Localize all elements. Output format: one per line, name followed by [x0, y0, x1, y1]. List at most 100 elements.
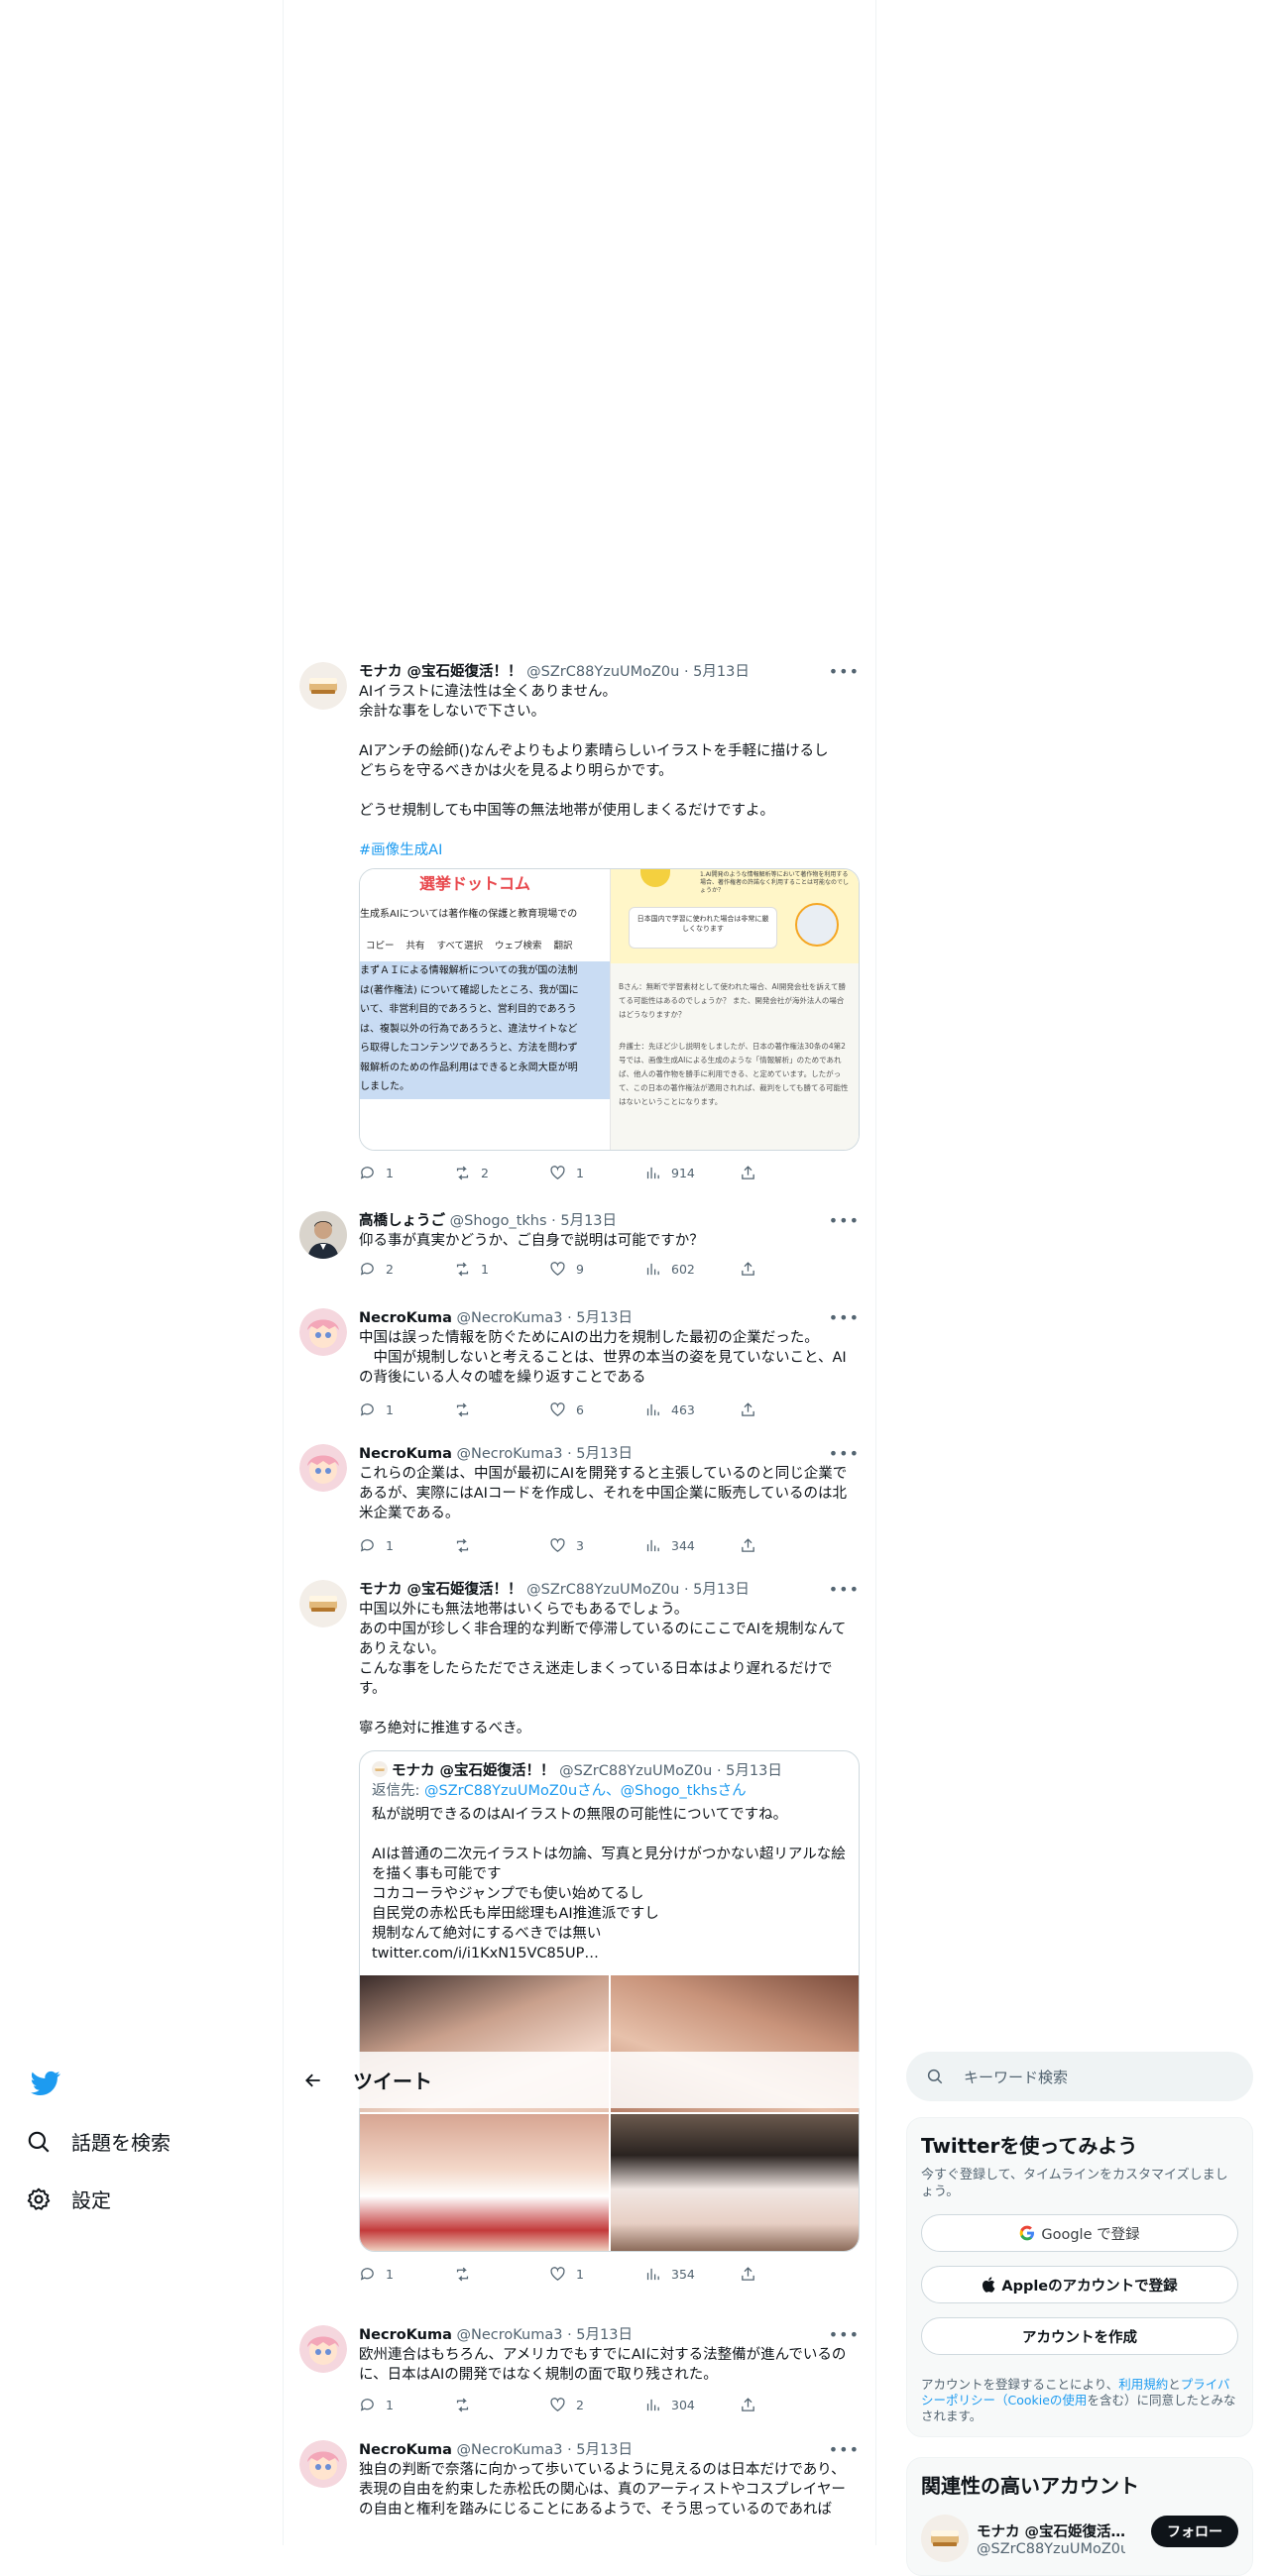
- more-icon[interactable]: •••: [829, 2440, 860, 2459]
- views-button[interactable]: 304: [644, 2397, 740, 2413]
- like-button[interactable]: 1: [549, 1165, 644, 1181]
- retweet-button[interactable]: 2: [454, 1165, 549, 1181]
- author-handle[interactable]: @NecroKuma3: [456, 1446, 562, 1462]
- tweet-header: モナカ @宝石姫復活！！ @SZrC88YzuUMoZ0u · 5月13日: [359, 662, 860, 682]
- nav-explore[interactable]: 話題を検索: [26, 2127, 171, 2156]
- author-name[interactable]: モナカ @宝石姫復活！！: [359, 1582, 522, 1598]
- like-button[interactable]: 3: [549, 1537, 644, 1554]
- reply-button[interactable]: 1: [359, 1537, 454, 1554]
- retweet-button[interactable]: [454, 1401, 549, 1418]
- relevant-account-name: モナカ @宝石姫復活…: [977, 2520, 1125, 2541]
- google-signup-button[interactable]: Google で登録: [921, 2214, 1238, 2252]
- avatar[interactable]: [299, 2440, 347, 2488]
- share-button[interactable]: [740, 1401, 769, 1418]
- author-handle[interactable]: @SZrC88YzuUMoZ0u: [526, 664, 679, 680]
- like-button[interactable]: 2: [549, 2397, 644, 2413]
- share-button[interactable]: [740, 1537, 769, 1554]
- analytics-icon: [644, 2397, 661, 2413]
- quote-text: 私が説明できるのはAIイラストの無限の可能性についてですね。 AIは普通の二次元…: [372, 1805, 847, 1963]
- reply-count: 1: [386, 1166, 394, 1180]
- tweet-date[interactable]: · 5月13日: [684, 664, 750, 680]
- views-button[interactable]: 354: [644, 2266, 740, 2283]
- tweet-text: 独自の判断で奈落に向かって歩いているように見えるのは日本だけであり、表現の自由を…: [359, 2460, 860, 2520]
- avatar[interactable]: [299, 1444, 347, 1492]
- avatar[interactable]: [299, 662, 347, 710]
- retweet-icon: [454, 1401, 471, 1418]
- tweet-date[interactable]: · 5月13日: [567, 1310, 633, 1326]
- analytics-icon: [644, 1165, 661, 1181]
- search-input[interactable]: キーワード検索: [964, 2067, 1068, 2087]
- avatar[interactable]: [299, 1308, 347, 1356]
- reply-button[interactable]: 2: [359, 1261, 454, 1278]
- author-name[interactable]: NecroKuma: [359, 2442, 452, 2458]
- avatar[interactable]: [921, 2515, 969, 2562]
- avatar[interactable]: [299, 1211, 347, 1259]
- tweet-date[interactable]: · 5月13日: [551, 1213, 617, 1229]
- more-icon[interactable]: •••: [829, 1444, 860, 1463]
- views-count: 304: [671, 2398, 695, 2412]
- more-icon[interactable]: •••: [829, 1308, 860, 1327]
- reply-button[interactable]: 1: [359, 2397, 454, 2413]
- reply-to-handles[interactable]: @SZrC88YzuUMoZ0uさん、@Shogo_tkhsさん: [424, 1783, 747, 1799]
- author-handle[interactable]: @NecroKuma3: [456, 2327, 562, 2343]
- tweet-media[interactable]: 選挙ドットコム 生成系AIについては著作権の保護と教育現場での コピー共有すべて…: [359, 868, 860, 1151]
- author-handle[interactable]: @NecroKuma3: [456, 2442, 562, 2458]
- author-handle[interactable]: @SZrC88YzuUMoZ0u: [526, 1582, 679, 1598]
- retweet-button[interactable]: [454, 2266, 549, 2283]
- quote-photo-4[interactable]: [611, 2114, 860, 2251]
- share-button[interactable]: [740, 2397, 769, 2413]
- author-name[interactable]: モナカ @宝石姫復活！！: [359, 664, 522, 680]
- like-button[interactable]: 6: [549, 1401, 644, 1418]
- more-icon[interactable]: •••: [829, 2325, 860, 2344]
- create-account-button[interactable]: アカウントを作成: [921, 2317, 1238, 2355]
- terms-link[interactable]: 利用規約: [1118, 2377, 1168, 2392]
- tweet-header: NecroKuma @NecroKuma3 · 5月13日: [359, 1308, 860, 1328]
- follow-button[interactable]: フォロー: [1151, 2516, 1238, 2547]
- share-button[interactable]: [740, 1261, 769, 1278]
- retweet-button[interactable]: [454, 1537, 549, 1554]
- author-handle[interactable]: @NecroKuma3: [456, 1310, 562, 1326]
- share-button[interactable]: [740, 1165, 769, 1181]
- views-button[interactable]: 344: [644, 1537, 740, 1554]
- apple-signup-button[interactable]: Appleのアカウントで登録: [921, 2266, 1238, 2303]
- quoted-tweet[interactable]: モナカ @宝石姫復活！！ @SZrC88YzuUMoZ0u · 5月13日 返信…: [359, 1750, 860, 2252]
- media-image-left[interactable]: 選挙ドットコム 生成系AIについては著作権の保護と教育現場での コピー共有すべて…: [360, 869, 611, 1150]
- quote-media-grid[interactable]: [360, 1975, 859, 2251]
- like-button[interactable]: 1: [549, 2266, 644, 2283]
- reply-button[interactable]: 1: [359, 2266, 454, 2283]
- media-image-right[interactable]: 1.AI開発のような情報解析等において著作物を利用する場合、著作権者の許諾なく利…: [611, 869, 859, 1150]
- back-button[interactable]: [293, 2071, 333, 2090]
- tweet-date[interactable]: · 5月13日: [567, 2442, 633, 2458]
- retweet-button[interactable]: [454, 2397, 549, 2413]
- share-button[interactable]: [740, 2266, 769, 2283]
- like-button[interactable]: 9: [549, 1261, 644, 1278]
- reply-button[interactable]: 1: [359, 1401, 454, 1418]
- nav-settings[interactable]: 設定: [26, 2184, 111, 2213]
- hashtag-link[interactable]: #画像生成AI: [359, 840, 860, 860]
- tweet-date[interactable]: · 5月13日: [567, 2327, 633, 2343]
- reply-button[interactable]: 1: [359, 1165, 454, 1181]
- views-button[interactable]: 914: [644, 1165, 740, 1181]
- more-icon[interactable]: •••: [829, 1580, 860, 1599]
- avatar[interactable]: [299, 1580, 347, 1627]
- author-handle[interactable]: @Shogo_tkhs: [450, 1213, 547, 1229]
- twitter-bird-icon[interactable]: [26, 2064, 65, 2103]
- views-button[interactable]: 602: [644, 1261, 740, 1278]
- reply-count: 2: [386, 1262, 394, 1277]
- more-icon[interactable]: •••: [829, 1211, 860, 1230]
- tweet-date[interactable]: · 5月13日: [567, 1446, 633, 1462]
- more-icon[interactable]: •••: [829, 662, 860, 681]
- tweet-date[interactable]: · 5月13日: [684, 1582, 750, 1598]
- author-name[interactable]: NecroKuma: [359, 2327, 452, 2343]
- author-name[interactable]: 高橋しょうご: [359, 1213, 445, 1229]
- avatar[interactable]: [299, 2325, 347, 2373]
- author-name[interactable]: NecroKuma: [359, 1446, 452, 1462]
- search-box[interactable]: キーワード検索: [906, 2052, 1253, 2101]
- author-name[interactable]: NecroKuma: [359, 1310, 452, 1326]
- retweet-button[interactable]: 1: [454, 1261, 549, 1278]
- tweet-actions: 1 6 463: [359, 1394, 860, 1425]
- share-icon: [740, 1165, 756, 1181]
- menu-copy: コピー: [366, 938, 395, 952]
- views-button[interactable]: 463: [644, 1401, 740, 1418]
- quote-photo-3[interactable]: [360, 2114, 609, 2251]
